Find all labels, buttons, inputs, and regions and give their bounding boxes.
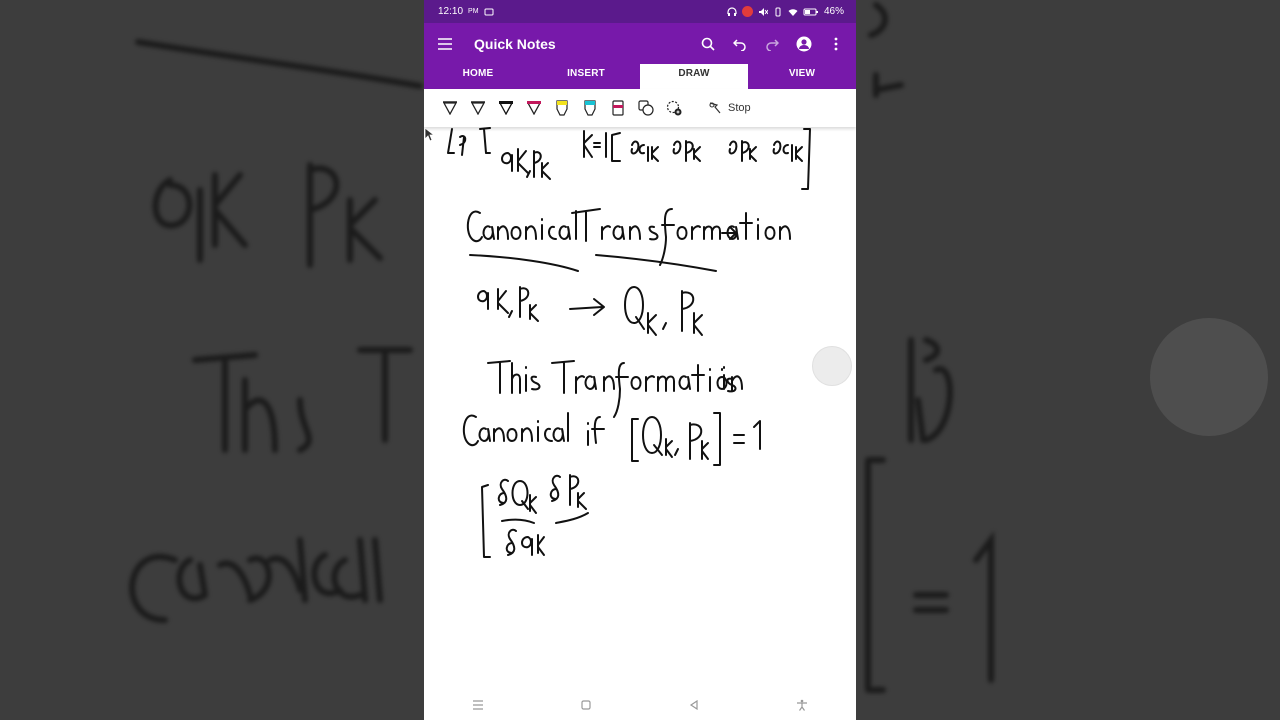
notification-badge-icon <box>741 6 753 17</box>
account-icon[interactable] <box>794 34 814 54</box>
more-icon[interactable] <box>826 34 846 54</box>
pen-magenta-icon[interactable] <box>524 99 543 118</box>
page-title: Quick Notes <box>474 35 556 52</box>
status-time: 12:10 <box>438 6 464 17</box>
draw-toolbar: Stop <box>424 89 856 127</box>
ribbon-tabs: HOME INSERT DRAW VIEW <box>424 64 856 89</box>
accessibility-icon[interactable] <box>794 697 810 713</box>
search-icon[interactable] <box>698 34 718 54</box>
pen-black-icon[interactable] <box>496 99 515 118</box>
highlighter-cyan-icon[interactable] <box>580 99 599 118</box>
tab-home[interactable]: HOME <box>424 64 532 89</box>
stop-button[interactable]: Stop <box>708 101 751 115</box>
tab-view[interactable]: VIEW <box>748 64 856 89</box>
tab-draw[interactable]: DRAW <box>640 64 748 89</box>
phone-screen: 12:10 PM 46% Quick Notes HOME INSERT DRA… <box>424 0 856 720</box>
app-bar: Quick Notes <box>424 23 856 64</box>
wifi-icon <box>788 8 798 16</box>
status-ampm: PM <box>468 8 479 15</box>
redo-icon[interactable] <box>762 34 782 54</box>
shapes-icon[interactable] <box>636 99 655 118</box>
system-nav-bar <box>424 690 856 720</box>
background-right <box>856 0 1280 720</box>
back-icon[interactable] <box>686 697 702 713</box>
headphones-icon <box>727 6 737 16</box>
undo-icon[interactable] <box>730 34 750 54</box>
highlighter-magenta-icon[interactable] <box>608 99 627 118</box>
highlighter-yellow-icon[interactable] <box>552 99 571 118</box>
add-shape-icon[interactable] <box>664 99 683 118</box>
pen-outline-2-icon[interactable] <box>468 99 487 118</box>
stop-label: Stop <box>728 102 751 114</box>
background-left <box>0 0 424 720</box>
menu-icon[interactable] <box>434 33 456 55</box>
ink-canvas[interactable] <box>424 127 856 682</box>
handwriting-drawing <box>447 127 811 558</box>
tab-insert[interactable]: INSERT <box>532 64 640 89</box>
vibrate-icon <box>775 7 781 16</box>
lasso-icon <box>709 102 721 114</box>
mute-icon <box>758 7 768 16</box>
status-bar: 12:10 PM 46% <box>424 0 856 23</box>
recent-apps-icon[interactable] <box>470 697 486 713</box>
battery-icon <box>803 8 818 15</box>
mouse-cursor-icon <box>424 127 436 142</box>
pen-outline-icon[interactable] <box>440 99 459 118</box>
battery-percent: 46% <box>823 6 844 17</box>
floating-action-button[interactable] <box>812 346 852 386</box>
home-icon[interactable] <box>578 697 594 713</box>
screen-record-icon <box>484 8 494 15</box>
